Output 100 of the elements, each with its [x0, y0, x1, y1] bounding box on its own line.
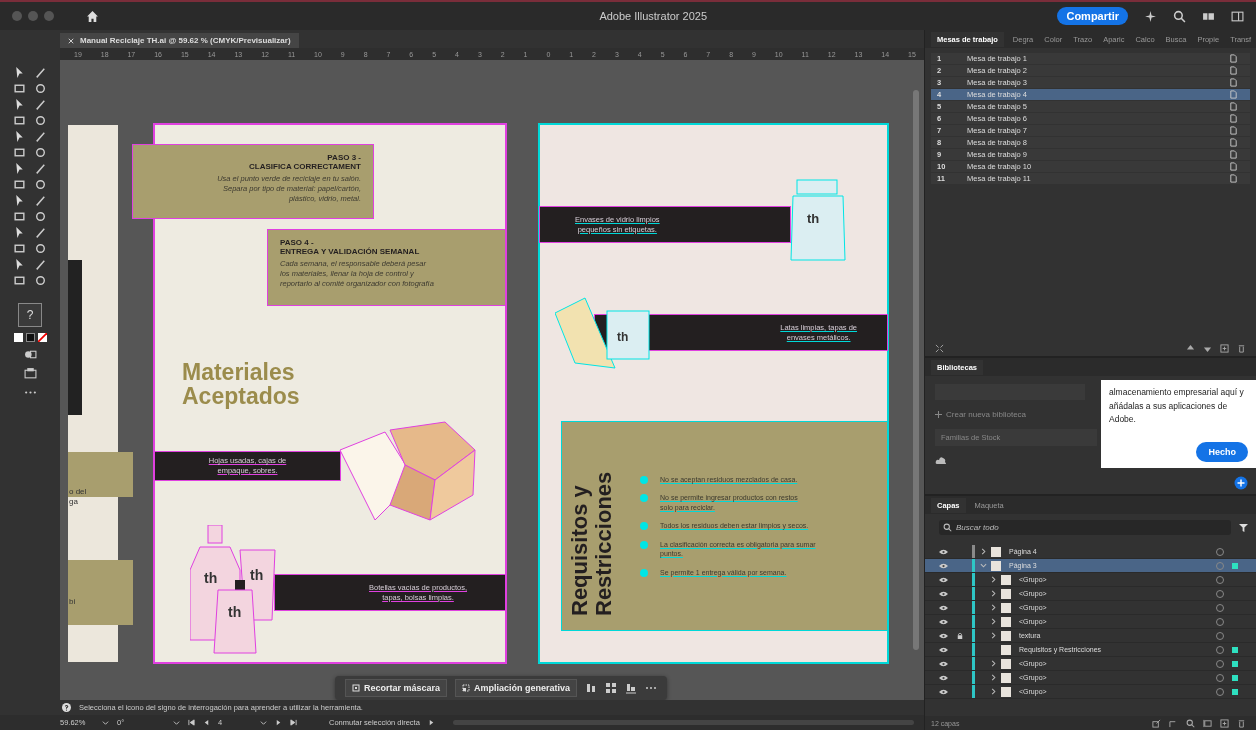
chevron-icon[interactable]	[989, 674, 997, 681]
none-swatch-icon[interactable]	[37, 333, 47, 342]
olive-block	[68, 560, 133, 625]
bullet-icon	[640, 494, 648, 503]
eye-icon[interactable]	[939, 632, 948, 639]
new-sublayer-icon[interactable]	[1203, 718, 1212, 728]
eye-icon[interactable]	[939, 674, 948, 681]
dropdown-caret-icon[interactable]	[260, 719, 267, 726]
bottles-drawing: th th th	[190, 525, 280, 655]
screen-mode-icon[interactable]	[23, 367, 37, 380]
section-heading: Materiales Aceptados	[182, 360, 300, 409]
previous-artboard-icon[interactable]	[203, 719, 210, 726]
chevron-icon[interactable]	[989, 576, 997, 583]
bullet-icon	[640, 522, 648, 531]
layer-thumbnail	[991, 560, 1001, 571]
tool-icon[interactable]	[33, 274, 47, 287]
chevron-icon[interactable]	[989, 688, 997, 695]
dropdown-caret-icon[interactable]	[102, 719, 109, 726]
search-icon	[943, 523, 952, 532]
chevron-icon[interactable]	[979, 562, 987, 569]
new-layer-icon[interactable]	[1220, 718, 1229, 728]
tool-icon[interactable]	[12, 210, 26, 223]
grid-icon[interactable]	[605, 682, 618, 694]
filter-icon[interactable]	[1239, 523, 1248, 532]
tool-icon[interactable]	[12, 242, 26, 255]
tool-icon[interactable]	[12, 146, 26, 159]
scrollbar[interactable]	[913, 90, 919, 650]
close-icon[interactable]	[68, 37, 74, 44]
cut-text: ga	[69, 497, 78, 506]
tool-icon[interactable]	[33, 226, 47, 239]
tool-icon[interactable]	[33, 210, 47, 223]
tool-icon[interactable]	[33, 194, 47, 207]
export-icon[interactable]	[1152, 718, 1161, 728]
tool-icon[interactable]	[33, 66, 47, 79]
eye-icon[interactable]	[939, 660, 948, 667]
home-icon[interactable]	[86, 9, 99, 23]
help-button[interactable]: ?	[18, 303, 42, 327]
tool-icon[interactable]	[33, 178, 47, 191]
first-artboard-icon[interactable]	[188, 719, 195, 726]
last-artboard-icon[interactable]	[290, 719, 297, 726]
tool-icon[interactable]	[33, 162, 47, 175]
tool-icon[interactable]	[12, 178, 26, 191]
chevron-icon[interactable]	[989, 632, 997, 639]
align-bottom-icon[interactable]	[625, 682, 638, 694]
layer-thumbnail	[1001, 616, 1011, 627]
add-icon[interactable]	[1234, 476, 1248, 490]
layer-thumbnail	[1001, 574, 1011, 585]
step-title: PASO 4 - ENTREGA Y VALIDACIÓN SEMANAL	[280, 238, 421, 257]
sparkle-icon[interactable]	[1144, 9, 1157, 23]
tool-icon[interactable]	[12, 274, 26, 287]
layer-thumbnail	[1001, 686, 1011, 697]
bullet-icon	[640, 540, 648, 549]
search-icon[interactable]	[1186, 718, 1195, 728]
chevron-icon[interactable]	[979, 548, 987, 555]
dropdown-caret-icon[interactable]	[173, 719, 180, 726]
fill-swatch[interactable]	[13, 333, 23, 342]
eye-icon[interactable]	[939, 604, 948, 611]
lock-icon[interactable]	[957, 631, 963, 640]
chevron-icon[interactable]	[989, 604, 997, 611]
tool-icon[interactable]	[33, 82, 47, 95]
next-artboard-icon[interactable]	[275, 719, 282, 726]
bullet-icon	[640, 475, 648, 484]
search-icon[interactable]	[1173, 9, 1186, 23]
new-artboard-icon[interactable]	[1220, 343, 1229, 353]
tool-icon[interactable]	[33, 146, 47, 159]
chevron-icon[interactable]	[989, 618, 997, 625]
eye-icon[interactable]	[939, 562, 948, 569]
trash-icon[interactable]	[1237, 718, 1246, 728]
chevron-icon[interactable]	[989, 590, 997, 597]
generative-expand-button[interactable]: Ampliación generativa	[455, 679, 578, 697]
tool-icon[interactable]	[33, 258, 47, 271]
tool-icon[interactable]	[12, 82, 26, 95]
eye-icon[interactable]	[939, 590, 948, 597]
tool-icon[interactable]	[33, 242, 47, 255]
align-icon[interactable]	[585, 682, 598, 694]
trash-icon[interactable]	[1237, 343, 1246, 353]
eye-icon[interactable]	[939, 646, 948, 653]
layer-thumbnail	[1001, 672, 1011, 683]
tool-icon[interactable]	[33, 130, 47, 143]
share-button[interactable]: Compartir	[1057, 7, 1128, 25]
eye-icon[interactable]	[939, 548, 948, 555]
panel-layout-icon[interactable]	[1231, 9, 1244, 23]
tool-icon[interactable]	[12, 114, 26, 127]
mask-button[interactable]: Recortar máscara	[345, 679, 448, 697]
stroke-swatch[interactable]	[25, 333, 35, 342]
tool-icon[interactable]	[33, 98, 47, 111]
eye-icon[interactable]	[939, 576, 948, 583]
tool-icon[interactable]	[33, 114, 47, 127]
step-title: PASO 3 - CLASIFICA CORRECTAMENT	[248, 153, 361, 172]
help-icon	[62, 703, 71, 712]
eye-icon[interactable]	[939, 688, 948, 695]
drawing-mode-icon[interactable]	[23, 348, 37, 361]
play-icon[interactable]	[427, 719, 435, 726]
eye-icon[interactable]	[939, 618, 948, 625]
jar-drawing: th	[555, 293, 660, 383]
chevron-icon[interactable]	[989, 660, 997, 667]
done-button[interactable]: Hecho	[1196, 442, 1248, 462]
bullet-icon	[640, 568, 648, 577]
clip-icon[interactable]	[1169, 718, 1178, 728]
rearrange-icon[interactable]	[935, 343, 944, 353]
